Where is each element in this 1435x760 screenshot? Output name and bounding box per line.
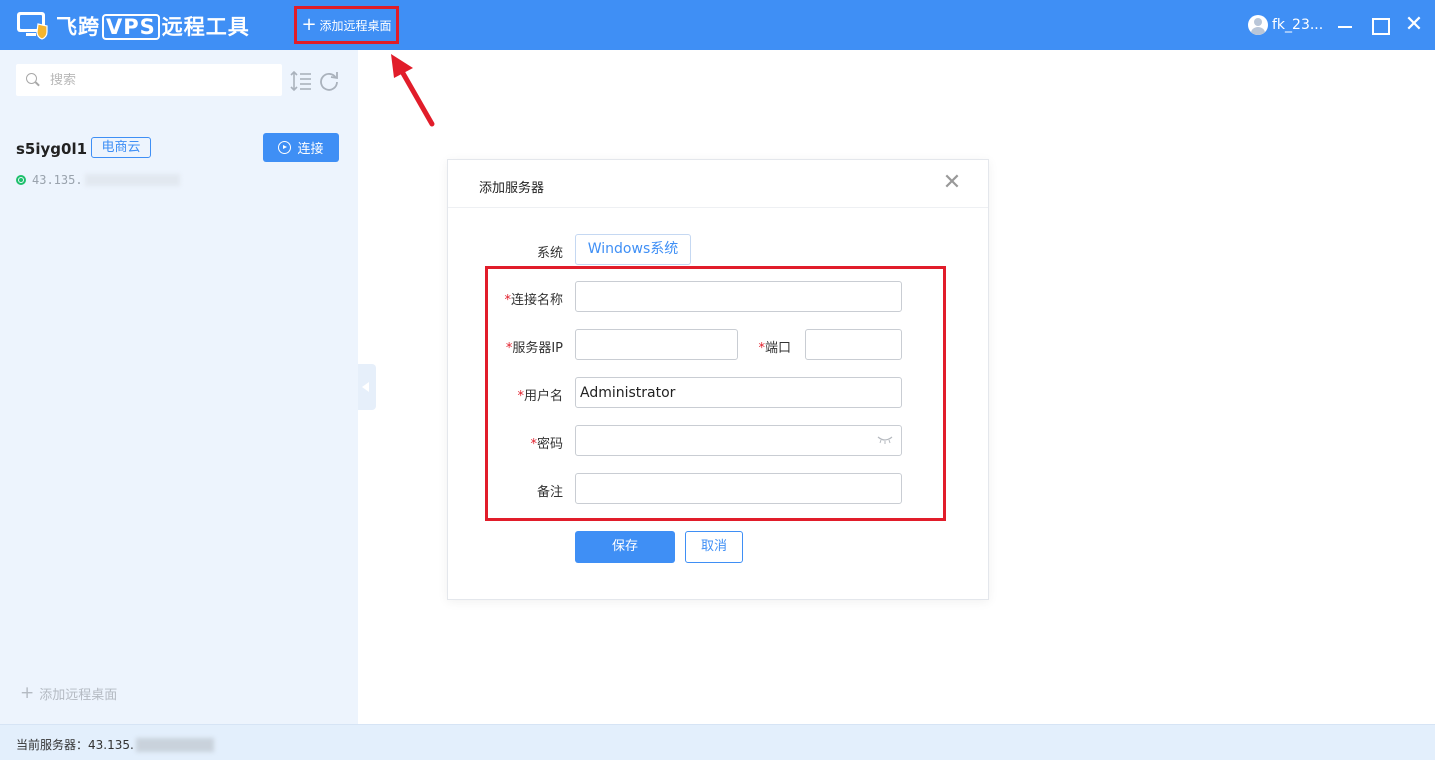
redacted-ip <box>135 737 214 752</box>
close-window-button[interactable]: ✕ <box>1404 14 1424 36</box>
collapse-sidebar-handle[interactable] <box>358 364 376 410</box>
server-tag: 电商云 <box>91 137 151 158</box>
save-button[interactable]: 保存 <box>575 531 675 563</box>
online-status-icon <box>16 175 26 185</box>
server-ip-text: 43.135. <box>32 173 83 187</box>
add-remote-desktop-button[interactable]: + 添加远程桌面 <box>294 6 399 44</box>
username: fk_23... <box>1272 17 1324 33</box>
current-server-status: 当前服务器： 43.135. <box>16 736 214 753</box>
status-bar: 当前服务器： 43.135. <box>0 724 1435 760</box>
search-input[interactable] <box>50 72 270 88</box>
dialog-close-icon[interactable]: ✕ <box>942 172 962 194</box>
maximize-button[interactable] <box>1370 14 1390 36</box>
red-arrow-annotation <box>391 54 435 127</box>
add-server-dialog: 添加服务器 ✕ 系统 Windows系统 *连接名称 *服务器IP *端口 *用… <box>447 159 989 600</box>
app-title-suffix: 远程工具 <box>161 15 250 39</box>
avatar-icon <box>1248 15 1268 35</box>
play-icon <box>278 141 292 154</box>
dialog-title: 添加服务器 <box>479 181 545 196</box>
connect-button[interactable]: 连接 <box>263 133 339 162</box>
plus-icon: + <box>20 683 35 703</box>
os-windows-button[interactable]: Windows系统 <box>575 234 691 265</box>
dialog-divider <box>448 207 988 208</box>
current-server-label: 当前服务器： <box>16 738 89 752</box>
add-remote-desktop-label: 添加远程桌面 <box>319 18 392 33</box>
add-remote-desktop-link-label: 添加远程桌面 <box>39 688 118 703</box>
add-remote-desktop-link[interactable]: + 添加远程桌面 <box>20 683 118 704</box>
search-icon <box>26 73 40 87</box>
title-bar: 飞跨 VPS 远程工具 + 添加远程桌面 fk_23... ✕ <box>0 0 1435 50</box>
app-title: 飞跨 VPS 远程工具 <box>56 11 250 41</box>
user-menu[interactable]: fk_23... <box>1248 15 1323 35</box>
app-title-vps: VPS <box>102 14 160 40</box>
search-box[interactable] <box>16 64 282 96</box>
server-name[interactable]: s5iyg0l1 <box>16 140 87 158</box>
connect-label: 连接 <box>297 142 324 157</box>
sort-icon[interactable] <box>290 70 312 92</box>
system-label: 系统 <box>536 246 563 261</box>
minimize-button[interactable] <box>1336 14 1356 36</box>
cancel-button[interactable]: 取消 <box>685 531 743 563</box>
current-server-ip: 43.135. <box>88 737 134 752</box>
redacted-ip <box>84 174 180 186</box>
red-highlight-box <box>485 266 946 521</box>
sidebar: s5iyg0l1 电商云 连接 43.135. + 添加远程桌面 <box>0 50 358 724</box>
server-ip: 43.135. <box>16 173 180 187</box>
plus-icon: + <box>301 14 317 35</box>
app-title-prefix: 飞跨 <box>56 15 100 39</box>
app-logo-icon <box>17 12 48 40</box>
refresh-icon[interactable] <box>318 70 340 92</box>
